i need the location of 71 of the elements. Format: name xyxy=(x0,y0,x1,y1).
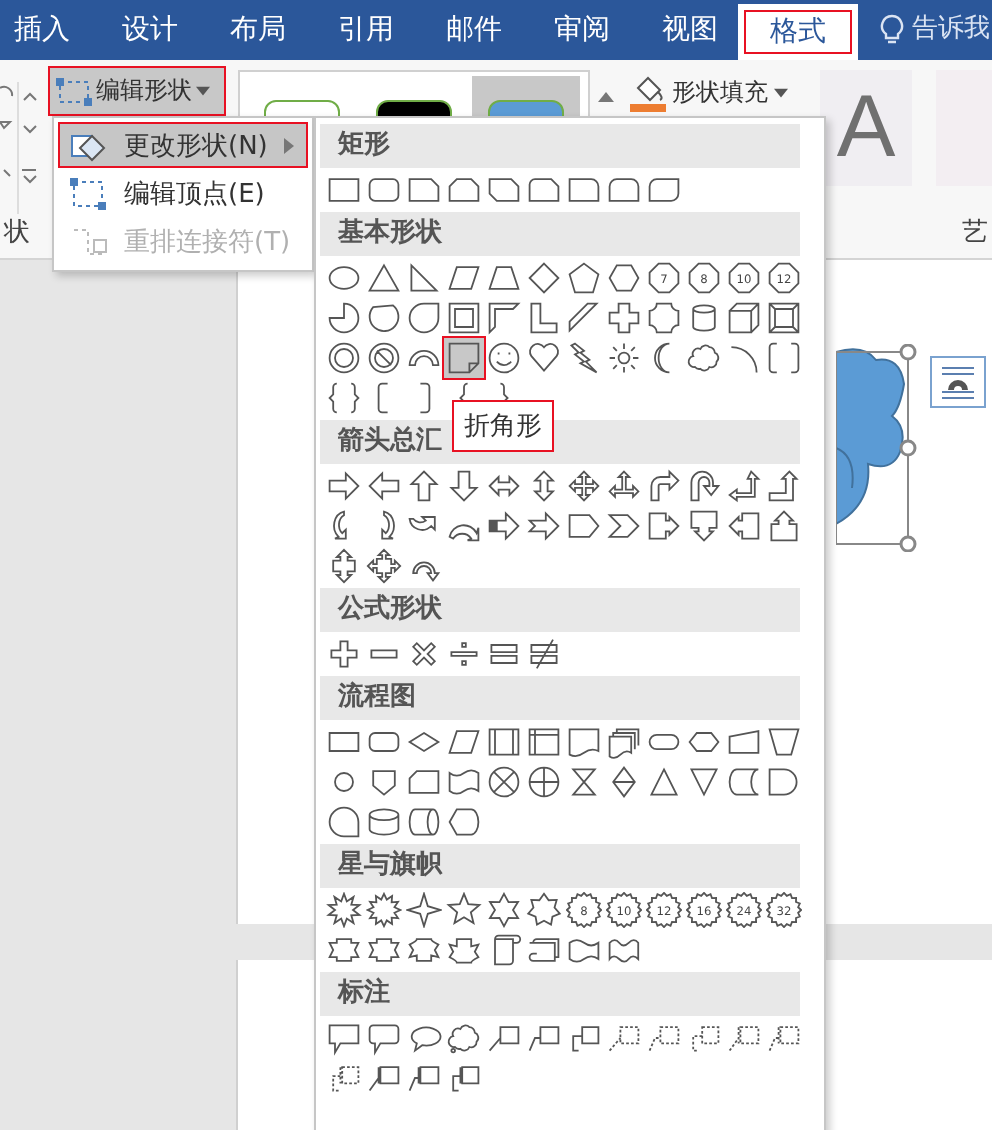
tooltip: 折角形 xyxy=(452,400,554,452)
striped-right-arrow-shape[interactable] xyxy=(484,506,524,546)
caret-icon xyxy=(774,87,788,97)
menu-item[interactable]: 更改形状(N) xyxy=(58,122,308,169)
ribbon-tab[interactable]: 视图 xyxy=(636,0,744,60)
left-arrow-shape[interactable] xyxy=(364,466,404,506)
edit-points-icon xyxy=(68,175,108,212)
section-header: 基本形状 xyxy=(320,212,800,256)
sequential-access-shape[interactable] xyxy=(324,802,364,842)
reroute-connectors-icon xyxy=(68,224,108,261)
half-frame-shape[interactable] xyxy=(484,298,524,338)
section-header: 矩形 xyxy=(320,124,800,168)
down-arrow-shape[interactable] xyxy=(444,466,484,506)
wordart-style[interactable]: A xyxy=(820,70,912,186)
bevel-shape[interactable] xyxy=(764,298,804,338)
jagged-explosion-shape[interactable] xyxy=(364,890,404,930)
triangle-shape[interactable] xyxy=(364,258,404,298)
tell-me-search[interactable]: 告诉我 xyxy=(912,0,990,60)
right-arrow-shape[interactable] xyxy=(324,466,364,506)
smiley-shape[interactable] xyxy=(484,338,524,378)
ribbon-tab[interactable]: 引用 xyxy=(312,0,420,60)
up-arrow-shape[interactable] xyxy=(404,466,444,506)
folded-corner-shape[interactable] xyxy=(444,338,484,378)
extract-shape[interactable] xyxy=(644,762,684,802)
section-header: 流程图 xyxy=(320,676,800,720)
cross-shape[interactable] xyxy=(604,298,644,338)
ribbon-tab[interactable]: 设计 xyxy=(96,0,204,60)
section-header: 标注 xyxy=(320,972,800,1016)
ribbon-tab[interactable]: 邮件 xyxy=(420,0,528,60)
teardrop-shape[interactable] xyxy=(404,298,444,338)
layout-options-icon[interactable] xyxy=(930,356,986,408)
notched-right-arrow-shape[interactable] xyxy=(524,506,564,546)
brace-pair-shape[interactable] xyxy=(324,378,364,418)
seven-point-star-shape[interactable] xyxy=(524,890,564,930)
pentagon-shape[interactable] xyxy=(564,258,604,298)
ribbon-tab[interactable]: 格式 xyxy=(738,4,858,60)
caret-icon xyxy=(196,86,210,96)
bracket-pair-shape[interactable] xyxy=(764,338,804,378)
ribbon-tab[interactable]: 插入 xyxy=(0,0,96,60)
explosion-shape[interactable] xyxy=(324,890,364,930)
pie-shape[interactable] xyxy=(324,298,364,338)
or-symbol-shape[interactable] xyxy=(524,762,564,802)
donut-shape[interactable] xyxy=(324,338,364,378)
menu-item[interactable]: 编辑顶点(E) xyxy=(58,170,308,218)
cube-shape[interactable] xyxy=(724,298,764,338)
lightbulb-icon xyxy=(880,14,904,46)
left-up-arrow-shape[interactable] xyxy=(724,466,764,506)
quad-arrow-shape[interactable] xyxy=(564,466,604,506)
section-header: 公式形状 xyxy=(320,588,800,632)
paint-bucket-icon xyxy=(630,72,666,112)
section-header: 星与旗帜 xyxy=(320,844,800,888)
plaque-shape[interactable] xyxy=(644,298,684,338)
scroll-up-icon[interactable] xyxy=(598,90,614,102)
six-point-star-shape[interactable] xyxy=(484,890,524,930)
summing-junction-shape[interactable] xyxy=(484,762,524,802)
group-label: 艺 xyxy=(962,216,988,250)
sun-shape[interactable] xyxy=(604,338,644,378)
ribbon-tab[interactable]: 审阅 xyxy=(528,0,636,60)
four-point-star-shape[interactable] xyxy=(404,890,444,930)
ribbon-tab[interactable]: 布局 xyxy=(204,0,312,60)
five-point-star-shape[interactable] xyxy=(444,890,484,930)
edit-shape-icon xyxy=(56,75,92,107)
shape-fill-button[interactable]: 形状填充 xyxy=(630,72,788,112)
frame-shape[interactable] xyxy=(444,298,484,338)
diamond-shape[interactable] xyxy=(524,258,564,298)
diagonal-stripe-shape[interactable] xyxy=(564,298,604,338)
quad-arrow-callout-shape[interactable] xyxy=(364,546,404,586)
bent-up-arrow-shape[interactable] xyxy=(764,466,804,506)
no-symbol-shape[interactable] xyxy=(364,338,404,378)
group-label: 状 xyxy=(4,216,30,250)
edit-shape-button[interactable]: 编辑形状 xyxy=(48,66,226,116)
